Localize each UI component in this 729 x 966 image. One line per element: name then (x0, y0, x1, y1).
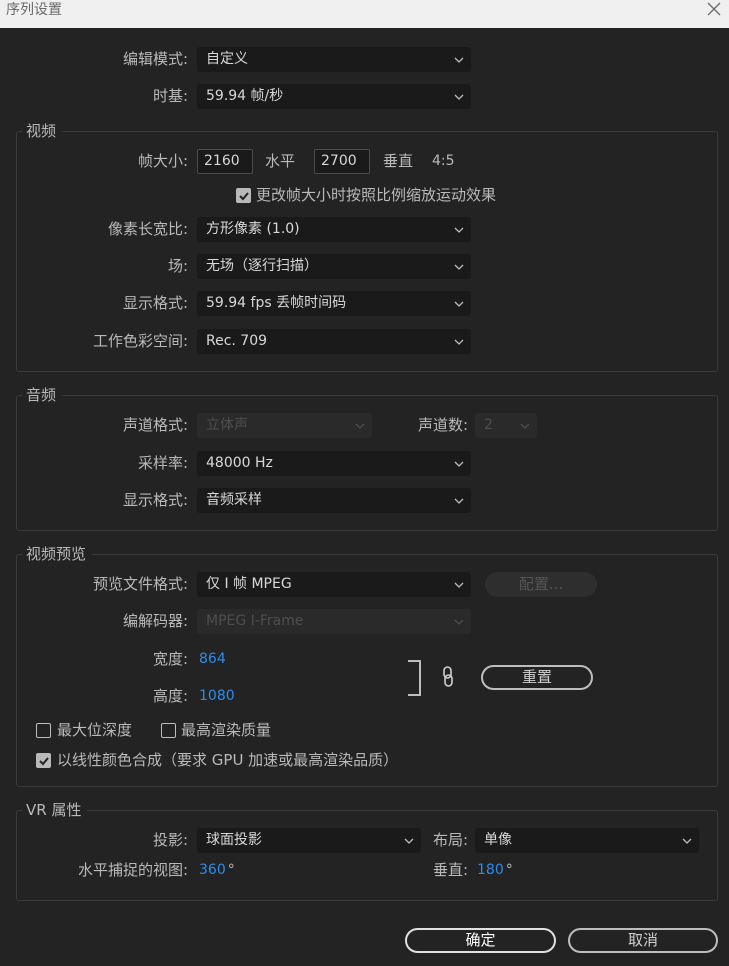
edit-mode-label: 编辑模式: (122, 50, 188, 68)
chevron-down-icon (454, 339, 464, 345)
audio-section-title: 音频 (22, 386, 63, 404)
audio-display-format-label: 显示格式: (122, 491, 188, 509)
vertical-label: 垂直 (383, 152, 414, 170)
vr-group (16, 810, 718, 901)
preview-format-label: 预览文件格式: (92, 575, 188, 593)
layout-dropdown[interactable]: 单像 (475, 828, 699, 853)
timebase-value: 59.94 帧/秒 (206, 88, 284, 104)
width-label: 宽度: (152, 650, 188, 668)
video-display-format-value: 59.94 fps 丢帧时间码 (206, 295, 347, 311)
codec-value: MPEG I-Frame (206, 613, 304, 629)
scale-motion-checkbox[interactable] (236, 188, 251, 203)
cancel-button[interactable]: 取消 (568, 928, 718, 953)
layout-label: 布局: (432, 831, 468, 849)
chevron-down-icon (454, 461, 464, 467)
reset-button[interactable]: 重置 (481, 665, 593, 690)
link-bracket (408, 660, 421, 696)
channel-format-dropdown: 立体声 (197, 413, 372, 438)
audio-display-format-dropdown[interactable]: 音频采样 (197, 488, 471, 513)
layout-value: 单像 (484, 832, 512, 848)
channel-count-label: 声道数: (417, 416, 468, 434)
chevron-down-icon (454, 582, 464, 588)
preview-width-value[interactable]: 864 (199, 647, 226, 671)
chevron-down-icon (355, 423, 365, 429)
video-preview-section-title: 视频预览 (22, 545, 93, 563)
h-view-label: 水平捕捉的视图: (77, 861, 188, 879)
height-label: 高度: (152, 687, 188, 705)
chevron-down-icon (454, 57, 464, 63)
color-space-value: Rec. 709 (206, 333, 268, 349)
v-view-value[interactable]: 180 ° (477, 858, 513, 882)
color-space-label: 工作色彩空间: (92, 332, 188, 350)
chevron-down-icon (454, 94, 464, 100)
chevron-down-icon (454, 301, 464, 307)
vr-section-title: VR 属性 (22, 801, 88, 819)
pixel-aspect-label: 像素长宽比: (107, 220, 188, 238)
chevron-down-icon (404, 838, 414, 844)
preview-format-value: 仅 I 帧 MPEG (206, 576, 292, 592)
fields-dropdown[interactable]: 无场（逐行扫描） (197, 254, 471, 279)
check-icon (239, 192, 249, 201)
configure-button: 配置... (485, 572, 597, 597)
v-view-label: 垂直: (432, 861, 468, 879)
linear-color-checkbox[interactable] (36, 753, 51, 768)
chevron-down-icon (454, 498, 464, 504)
title-bar: 序列设置 (0, 0, 729, 28)
check-icon (39, 757, 49, 766)
video-display-format-dropdown[interactable]: 59.94 fps 丢帧时间码 (197, 291, 471, 316)
fields-value: 无场（逐行扫描） (206, 258, 318, 274)
codec-label: 编解码器: (122, 612, 188, 630)
pixel-aspect-dropdown[interactable]: 方形像素 (1.0) (197, 217, 471, 242)
edit-mode-value: 自定义 (206, 51, 248, 67)
projection-dropdown[interactable]: 球面投影 (197, 828, 421, 853)
audio-display-format-value: 音频采样 (206, 492, 262, 508)
chevron-down-icon (454, 227, 464, 233)
linear-color-label[interactable]: 以线性颜色合成（要求 GPU 加速或最高渲染品质） (57, 748, 398, 772)
horizontal-label: 水平 (265, 152, 296, 170)
channel-count-value: 2 (484, 417, 493, 433)
projection-value: 球面投影 (206, 832, 262, 848)
window-title: 序列设置 (6, 2, 62, 18)
preview-format-dropdown[interactable]: 仅 I 帧 MPEG (197, 572, 471, 597)
chevron-down-icon (520, 423, 530, 429)
channel-format-value: 立体声 (206, 417, 248, 433)
chevron-down-icon (454, 619, 464, 625)
max-bit-depth-checkbox[interactable] (36, 723, 51, 738)
link-icon[interactable] (440, 666, 456, 688)
codec-dropdown: MPEG I-Frame (197, 609, 471, 634)
frame-width-input[interactable]: 2160 (197, 149, 253, 174)
close-icon[interactable] (705, 0, 723, 18)
pixel-aspect-value: 方形像素 (1.0) (206, 221, 300, 237)
timebase-dropdown[interactable]: 59.94 帧/秒 (197, 84, 471, 109)
timebase-label: 时基: (152, 87, 188, 105)
preview-height-value[interactable]: 1080 (199, 684, 235, 708)
max-bit-depth-label[interactable]: 最大位深度 (57, 718, 132, 742)
fields-label: 场: (167, 257, 188, 275)
chevron-down-icon (454, 264, 464, 270)
aspect-ratio: 4:5 (432, 153, 455, 169)
channel-format-label: 声道格式: (122, 416, 188, 434)
video-section-title: 视频 (22, 122, 63, 140)
edit-mode-dropdown[interactable]: 自定义 (197, 47, 471, 72)
sample-rate-label: 采样率: (137, 454, 188, 472)
frame-height-input[interactable]: 2700 (314, 149, 370, 174)
ok-button[interactable]: 确定 (405, 928, 556, 953)
sample-rate-value: 48000 Hz (206, 455, 273, 471)
max-render-quality-checkbox[interactable] (161, 723, 176, 738)
chevron-down-icon (682, 838, 692, 844)
video-display-format-label: 显示格式: (122, 294, 188, 312)
sample-rate-dropdown[interactable]: 48000 Hz (197, 451, 471, 476)
projection-label: 投影: (152, 831, 188, 849)
scale-motion-label[interactable]: 更改帧大小时按照比例缩放运动效果 (256, 183, 496, 207)
h-view-value[interactable]: 360 ° (199, 858, 235, 882)
channel-count-dropdown: 2 (475, 413, 537, 438)
color-space-dropdown[interactable]: Rec. 709 (197, 329, 471, 354)
frame-size-label: 帧大小: (137, 152, 188, 170)
max-render-quality-label[interactable]: 最高渲染质量 (181, 718, 271, 742)
